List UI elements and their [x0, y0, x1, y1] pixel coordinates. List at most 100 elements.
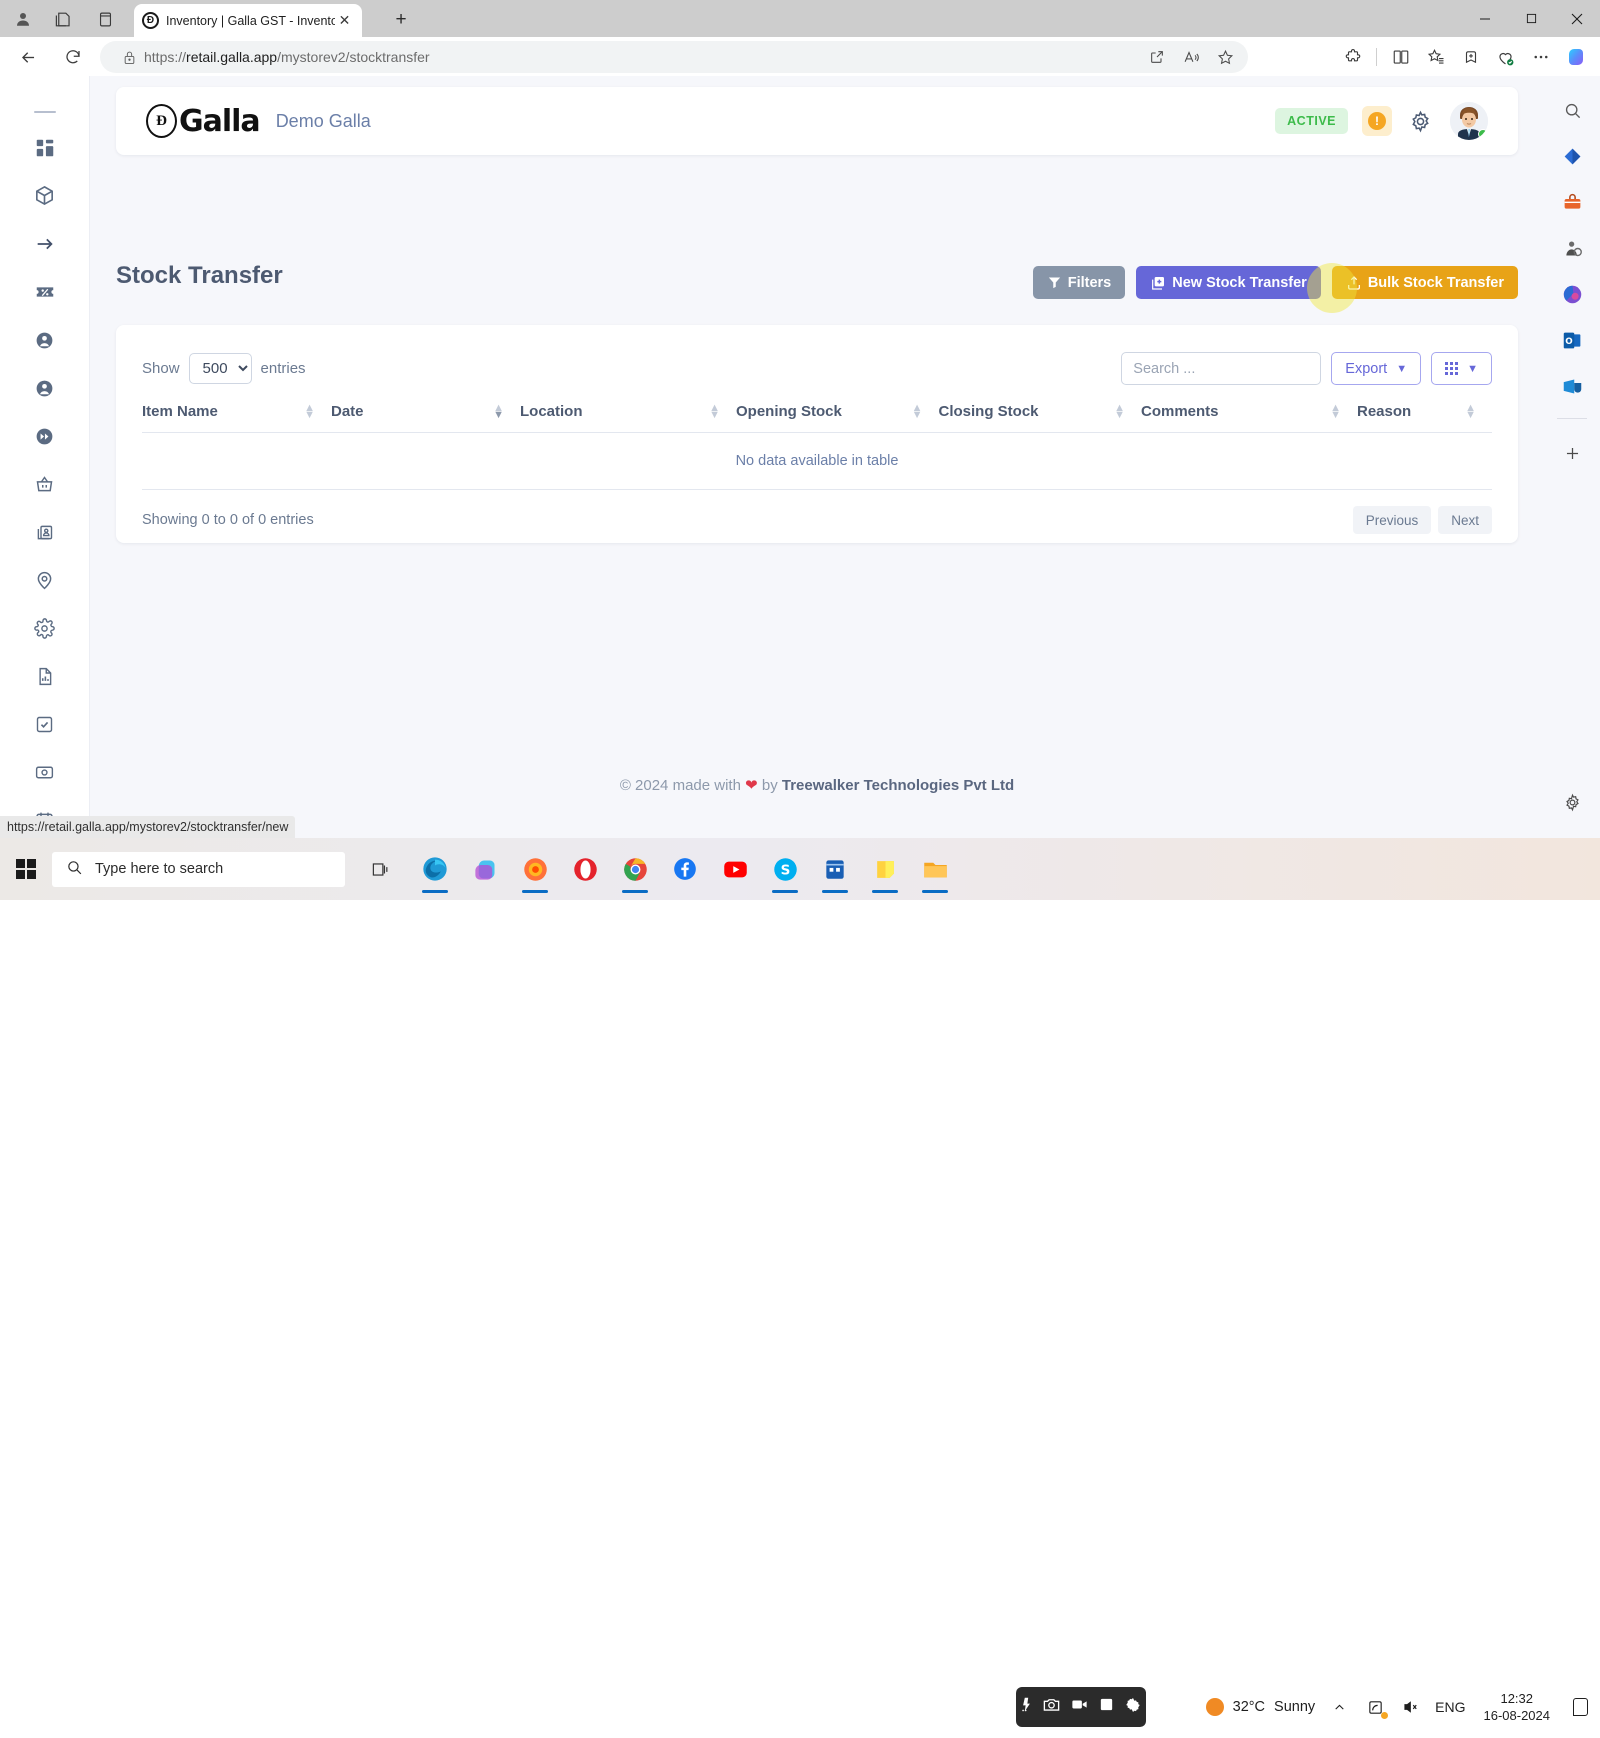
sidebar-item-dashboard[interactable]: [22, 131, 68, 166]
alerts-button[interactable]: !: [1362, 106, 1392, 136]
browser-essentials-icon[interactable]: [1489, 41, 1522, 73]
taskbar-app-chrome[interactable]: [611, 843, 659, 895]
extensions-icon[interactable]: [1336, 41, 1369, 73]
taskbar-app-opera[interactable]: [561, 843, 609, 895]
start-button[interactable]: [0, 858, 52, 880]
edge-discover-icon[interactable]: [1554, 138, 1590, 174]
maximize-button[interactable]: [1508, 0, 1554, 37]
close-tab-icon[interactable]: ✕: [335, 11, 354, 30]
sidebar-item-suppliers[interactable]: [22, 371, 68, 406]
sidebar-item-discounts[interactable]: [22, 275, 68, 310]
back-button[interactable]: [14, 43, 42, 71]
search-input[interactable]: [1121, 352, 1322, 385]
favorite-star-icon[interactable]: [1210, 42, 1240, 72]
showing-entries-text: Showing 0 to 0 of 0 entries: [142, 512, 314, 528]
settings-more-icon[interactable]: [1524, 41, 1557, 73]
export-dropdown-button[interactable]: Export ▼: [1331, 352, 1422, 385]
user-avatar[interactable]: [1450, 102, 1488, 140]
grid-icon: [1445, 362, 1459, 375]
copilot-icon[interactable]: [1559, 41, 1592, 73]
notification-center-button[interactable]: [1568, 1695, 1592, 1719]
taskbar-app-skype[interactable]: S: [761, 843, 809, 895]
taskbar-app-file-explorer[interactable]: [911, 843, 959, 895]
site-security-icon[interactable]: [114, 50, 144, 65]
favorites-list-icon[interactable]: [1419, 41, 1452, 73]
recorder-settings-icon[interactable]: [1124, 1696, 1142, 1719]
sidebar-item-customers[interactable]: [22, 323, 68, 358]
sidebar-item-inventory[interactable]: [22, 179, 68, 214]
column-header-date[interactable]: Date ▲ ▼: [331, 402, 520, 433]
taskbar-app-edge[interactable]: [411, 843, 459, 895]
vertical-tabs-icon[interactable]: [92, 6, 118, 32]
browser-tab[interactable]: Đ Inventory | Galla GST - Inventory ✕: [134, 4, 362, 37]
taskbar-app-facebook[interactable]: [661, 843, 709, 895]
heart-icon: ❤: [745, 777, 758, 794]
new-stock-transfer-button[interactable]: New Stock Transfer: [1136, 266, 1321, 299]
address-bar[interactable]: https://retail.galla.app/mystorev2/stock…: [100, 41, 1248, 73]
sidebar-item-tasks[interactable]: [22, 707, 68, 742]
language-indicator[interactable]: ENG: [1435, 1699, 1465, 1715]
minimize-button[interactable]: [1462, 0, 1508, 37]
edge-search-icon[interactable]: [1554, 92, 1590, 128]
column-header-closing-stock[interactable]: Closing Stock ▲ ▼: [938, 402, 1141, 433]
volume-muted-icon[interactable]: [1399, 1695, 1423, 1719]
taskbar-apps: S: [411, 843, 959, 895]
edge-outlook-icon[interactable]: O: [1554, 322, 1590, 358]
task-view-button[interactable]: [355, 860, 405, 879]
column-visibility-button[interactable]: ▼: [1431, 352, 1492, 385]
edge-settings-icon[interactable]: [1554, 784, 1590, 820]
recorder-window-icon[interactable]: [1098, 1696, 1115, 1718]
edge-games-icon[interactable]: [1554, 230, 1590, 266]
sidebar-item-contacts[interactable]: [22, 515, 68, 550]
sidebar-item-stock-transfer[interactable]: [22, 227, 68, 262]
taskbar-app-youtube[interactable]: [711, 843, 759, 895]
profile-icon[interactable]: [10, 6, 36, 32]
sidebar-item-sales[interactable]: [22, 467, 68, 502]
column-header-item-name[interactable]: Item Name ▲ ▼: [142, 402, 331, 433]
page-actions: Filters New Stock Transfer Bulk Stock Tr…: [1032, 266, 1518, 299]
taskbar-app-copilot[interactable]: [461, 843, 509, 895]
edge-microsoft-365-icon[interactable]: [1554, 276, 1590, 312]
recorder-screenshot-icon[interactable]: [1042, 1695, 1061, 1719]
column-header-location[interactable]: Location ▲ ▼: [520, 402, 736, 433]
taskbar-app-store[interactable]: [811, 843, 859, 895]
open-in-app-icon[interactable]: [1142, 42, 1172, 72]
clock[interactable]: 12:32 16-08-2024: [1478, 1690, 1557, 1724]
column-header-opening-stock[interactable]: Opening Stock ▲ ▼: [736, 402, 939, 433]
taskbar-app-firefox[interactable]: [511, 843, 559, 895]
show-hidden-icons-button[interactable]: [1327, 1695, 1351, 1719]
read-aloud-icon[interactable]: [1176, 42, 1206, 72]
sidebar-collapse-handle[interactable]: [33, 111, 56, 113]
edge-teams-icon[interactable]: [1554, 368, 1590, 404]
address-bar-actions: [1142, 42, 1248, 72]
recorder-video-icon[interactable]: [1070, 1695, 1089, 1719]
weather-widget[interactable]: 32°C Sunny: [1205, 1698, 1315, 1716]
reload-button[interactable]: [59, 43, 87, 71]
edge-add-icon[interactable]: [1554, 435, 1590, 471]
sidebar-item-payments[interactable]: [22, 755, 68, 790]
sidebar-item-settings[interactable]: [22, 611, 68, 646]
network-alert-dot: [1381, 1712, 1389, 1719]
collections-add-icon[interactable]: [1454, 41, 1487, 73]
next-page-button[interactable]: Next: [1438, 506, 1492, 534]
close-window-button[interactable]: [1554, 0, 1600, 37]
taskbar-search[interactable]: Type here to search: [52, 851, 345, 887]
page-length-select[interactable]: 500: [188, 353, 252, 384]
column-header-reason[interactable]: Reason ▲ ▼: [1357, 402, 1492, 433]
filters-button[interactable]: Filters: [1032, 266, 1126, 299]
split-screen-icon[interactable]: [1384, 41, 1417, 73]
sidebar-item-locations[interactable]: [22, 563, 68, 598]
edge-shopping-icon[interactable]: [1554, 184, 1590, 220]
sidebar-item-reports[interactable]: [22, 659, 68, 694]
network-icon[interactable]: [1363, 1695, 1389, 1719]
previous-page-button[interactable]: Previous: [1352, 506, 1432, 534]
new-tab-button[interactable]: +: [388, 7, 414, 33]
tab-favicon-icon: Đ: [142, 12, 159, 29]
workspaces-icon[interactable]: [50, 6, 76, 32]
app-settings-gear-icon[interactable]: [1409, 110, 1432, 133]
recorder-more-icon[interactable]: [1020, 1696, 1033, 1718]
column-header-comments[interactable]: Comments ▲ ▼: [1141, 402, 1357, 433]
sidebar-item-quick-actions[interactable]: [22, 419, 68, 454]
bulk-stock-transfer-button[interactable]: Bulk Stock Transfer: [1331, 266, 1518, 299]
taskbar-app-notes[interactable]: [861, 843, 909, 895]
